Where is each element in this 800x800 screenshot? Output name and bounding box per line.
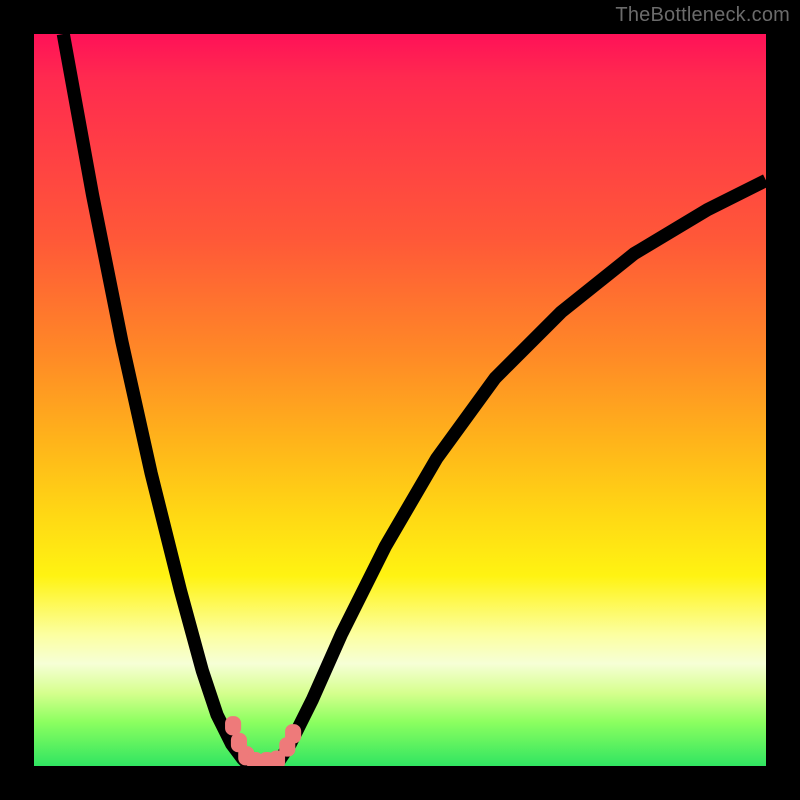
curve-left-branch <box>63 34 250 766</box>
valley-marker <box>285 724 301 743</box>
attribution-text: TheBottleneck.com <box>615 4 790 27</box>
curve-right-branch <box>276 180 766 766</box>
chart-svg <box>34 34 766 766</box>
valley-marker <box>225 716 241 735</box>
plot-area <box>34 34 766 766</box>
outer-frame: TheBottleneck.com <box>0 0 800 800</box>
